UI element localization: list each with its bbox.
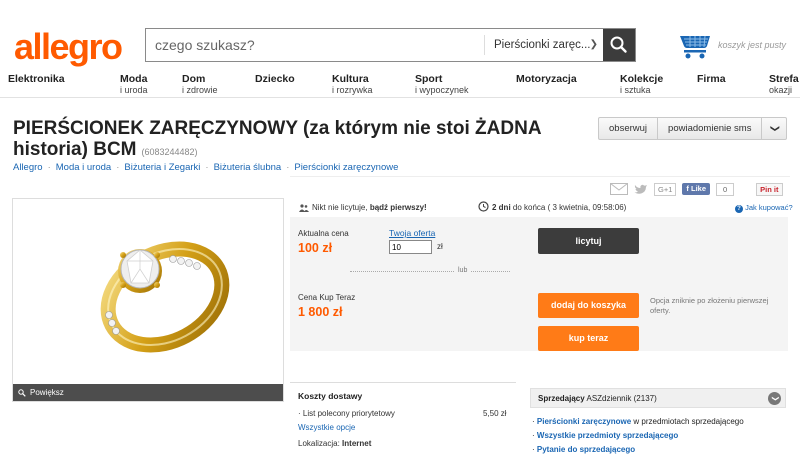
more-actions-button[interactable]: ❯ bbox=[762, 118, 786, 139]
nav-item-moda[interactable]: Moda i uroda bbox=[120, 74, 148, 96]
product-title-text: PIERŚCIONEK ZARĘCZYNOWY (za którym nie s… bbox=[13, 118, 541, 160]
category-nav: Elektronika Moda i uroda Dom i zdrowie Dzi… bbox=[0, 70, 800, 98]
buy-now-button[interactable]: kup teraz bbox=[538, 326, 639, 351]
buy-now-label: Cena Kup Teraz bbox=[298, 293, 356, 302]
clock-icon bbox=[478, 201, 489, 212]
breadcrumb-item[interactable]: Pierścionki zaręczynowe bbox=[294, 162, 398, 173]
breadcrumb: Allegro · Moda i uroda · Biżuteria i Zegarki… bbox=[13, 162, 399, 173]
seller-link-all[interactable]: · Wszystkie przedmioty sprzedającego bbox=[532, 431, 678, 440]
product-title: PIERŚCIONEK ZARĘCZYNOWY (za którym nie s… bbox=[13, 118, 588, 163]
shipping-option: · List polecony priorytetowy bbox=[298, 409, 395, 418]
divider bbox=[350, 271, 510, 272]
product-actions: obserwuj powiadomienie sms ❯ bbox=[598, 117, 788, 140]
seller-box[interactable]: Sprzedający ASZdziennik (2137) ❯ bbox=[530, 388, 786, 408]
search-bar: Pierścionki zaręc... ❯ bbox=[145, 28, 636, 62]
current-price: 100 zł bbox=[298, 241, 333, 255]
option-note: Opcja zniknie po złożeniu pierwszej ofer… bbox=[650, 296, 769, 315]
help-icon: ? bbox=[735, 205, 743, 213]
chevron-down-icon: ❯ bbox=[769, 124, 780, 133]
email-icon bbox=[610, 183, 628, 195]
bid-panel: Aktualna cena 100 zł Twoja oferta zł lub… bbox=[290, 217, 518, 351]
current-price-label: Aktualna cena bbox=[298, 229, 349, 238]
seller-link-category[interactable]: · Pierścionki zaręczynowe w przedmiotach… bbox=[532, 417, 744, 426]
your-offer-label: Twoja oferta bbox=[389, 228, 436, 238]
add-to-cart-button[interactable]: dodaj do koszyka bbox=[538, 293, 639, 318]
shipping-title: Koszty dostawy bbox=[298, 391, 363, 401]
breadcrumb-item[interactable]: Biżuteria ślubna bbox=[214, 162, 282, 173]
nav-item-firma[interactable]: Firma bbox=[697, 74, 726, 85]
zoom-button[interactable]: Powiększ bbox=[13, 384, 283, 401]
nav-item-strefa-okazji[interactable]: Strefa okazji bbox=[769, 74, 799, 96]
product-id: (6083244482) bbox=[141, 147, 198, 157]
cart-icon[interactable] bbox=[678, 30, 712, 60]
nav-item-kultura[interactable]: Kultura i rozrywka bbox=[332, 74, 373, 96]
buy-now-price: 1 800 zł bbox=[298, 305, 343, 319]
allegro-logo[interactable]: allegro bbox=[14, 26, 123, 68]
cart-status: koszyk jest pusty bbox=[718, 40, 787, 50]
nav-item-dom[interactable]: Dom i zdrowie bbox=[182, 74, 218, 96]
or-label: lub bbox=[454, 267, 472, 274]
observe-button[interactable]: obserwuj bbox=[599, 118, 659, 139]
social-bar: G+1 f Like 0 Pin it bbox=[610, 182, 783, 196]
breadcrumb-item[interactable]: Allegro bbox=[13, 162, 43, 173]
search-icon bbox=[610, 36, 627, 53]
divider bbox=[290, 176, 790, 177]
expand-icon[interactable]: ❯ bbox=[768, 392, 781, 405]
gplus-button[interactable]: G+1 bbox=[654, 182, 677, 196]
breadcrumb-item[interactable]: Biżuteria i Zegarki bbox=[124, 162, 200, 173]
zoom-label: Powiększ bbox=[30, 388, 64, 397]
shipping-price: 5,50 zł bbox=[483, 409, 507, 418]
location: Lokalizacja: Internet bbox=[298, 439, 372, 448]
category-select[interactable]: Pierścionki zaręc... ❯ bbox=[484, 35, 604, 55]
users-icon bbox=[299, 204, 309, 212]
magnifier-icon bbox=[18, 389, 26, 397]
nav-item-motoryzacja[interactable]: Motoryzacja bbox=[516, 74, 577, 85]
bid-button[interactable]: licytuj bbox=[538, 228, 639, 254]
category-select-value: Pierścionki zaręc... bbox=[494, 39, 591, 51]
bid-amount-input[interactable] bbox=[389, 240, 432, 254]
seller-info: Sprzedający ASZdziennik (2137) bbox=[538, 394, 657, 403]
currency-label: zł bbox=[437, 242, 443, 251]
product-gallery[interactable]: Powiększ bbox=[12, 198, 284, 402]
sms-notify-button[interactable]: powiadomienie sms bbox=[658, 118, 763, 139]
pinterest-button[interactable]: Pin it bbox=[756, 182, 783, 196]
bidders-info: Nikt nie licytuje, bądź pierwszy! bbox=[312, 203, 427, 212]
all-shipping-options-link[interactable]: Wszystkie opcje bbox=[298, 423, 355, 432]
fb-like-button[interactable]: f Like bbox=[682, 183, 710, 195]
ring-image bbox=[100, 241, 230, 353]
chevron-down-icon: ❯ bbox=[589, 39, 598, 50]
how-to-buy-link[interactable]: ? Jak kupować? bbox=[735, 203, 793, 213]
like-count: 0 bbox=[716, 182, 735, 196]
shipping-section: Koszty dostawy · List polecony priorytet… bbox=[290, 382, 516, 448]
twitter-icon bbox=[634, 184, 647, 194]
time-left: 2 dni do końca ( 3 kwietnia, 09:58:06) bbox=[492, 203, 627, 212]
nav-item-sport[interactable]: Sport i wypoczynek bbox=[415, 74, 469, 96]
search-input[interactable] bbox=[146, 29, 484, 61]
search-button[interactable] bbox=[603, 29, 635, 61]
nav-item-dziecko[interactable]: Dziecko bbox=[255, 74, 295, 85]
breadcrumb-item[interactable]: Moda i uroda bbox=[56, 162, 111, 173]
action-panel: licytuj dodaj do koszyka kup teraz Opcja… bbox=[518, 217, 788, 351]
seller-link-question[interactable]: · Pytanie do sprzedającego bbox=[532, 445, 635, 454]
nav-item-elektronika[interactable]: Elektronika bbox=[8, 74, 65, 85]
nav-item-kolekcje[interactable]: Kolekcje i sztuka bbox=[620, 74, 663, 96]
